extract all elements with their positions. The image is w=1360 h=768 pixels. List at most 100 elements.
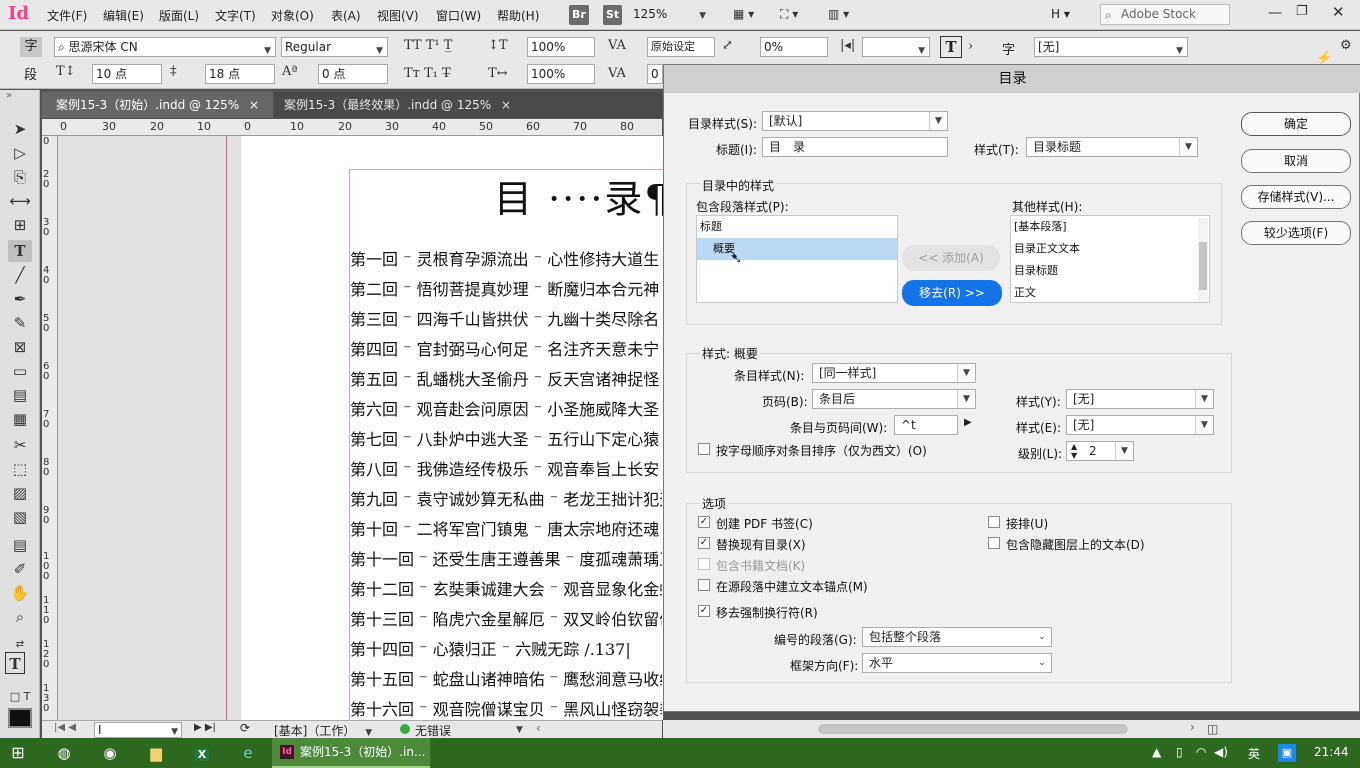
menu-edit[interactable]: 编辑(E) bbox=[103, 7, 144, 24]
remove-style-button[interactable]: 移去(R) >> bbox=[902, 280, 1002, 306]
toc-entry[interactable]: 第九回 ⁻ 袁守诚妙算无私曲 ⁻ 老龙王拙计犯天条 bbox=[350, 486, 662, 510]
menu-type[interactable]: 文字(T) bbox=[215, 7, 256, 24]
font-family-field[interactable]: ⌕ 思源宋体 CN ▼ bbox=[54, 37, 276, 57]
menu-help[interactable]: 帮助(H) bbox=[497, 7, 539, 24]
view-options-icon[interactable]: ▦ ▾ bbox=[733, 7, 754, 21]
frame-direction-select[interactable]: 水平 ⌄ bbox=[862, 653, 1052, 673]
line-tool-icon[interactable]: ╱ bbox=[8, 264, 32, 286]
between-style-select[interactable]: [无] ▼ bbox=[1066, 415, 1214, 435]
list-item[interactable]: 正文 bbox=[1011, 282, 1209, 304]
tab-document-initial[interactable]: 案例15-3（初始）.indd @ 125% × bbox=[42, 92, 274, 118]
close-icon[interactable]: × bbox=[249, 98, 259, 112]
chevron-right-icon[interactable]: › bbox=[968, 39, 973, 54]
menu-file[interactable]: 文件(F) bbox=[47, 7, 87, 24]
chevron-down-icon[interactable]: ▼ bbox=[516, 725, 523, 735]
scroll-right-icon[interactable]: › bbox=[1190, 720, 1195, 734]
hand-tool-icon[interactable]: ✋ bbox=[8, 582, 32, 604]
list-item[interactable]: 概要 bbox=[697, 238, 897, 260]
list-scrollbar[interactable] bbox=[1198, 218, 1208, 302]
run-in-checkbox[interactable] bbox=[988, 516, 1000, 528]
workspace-switcher[interactable]: H ▾ bbox=[1051, 7, 1070, 21]
excel-icon[interactable]: X bbox=[184, 741, 220, 765]
zoom-tool-icon[interactable]: ⌕ bbox=[8, 606, 32, 628]
gap-tool-icon[interactable]: ⟷ bbox=[8, 190, 32, 212]
arrange-docs-icon[interactable]: ▥ ▾ bbox=[828, 7, 849, 21]
menu-table[interactable]: 表(A) bbox=[331, 7, 361, 24]
list-item[interactable]: 目录正文文本 bbox=[1011, 238, 1209, 260]
small-caps-icon[interactable]: Tт T₁ T̶ bbox=[404, 66, 451, 81]
menu-window[interactable]: 窗口(W) bbox=[436, 7, 481, 24]
direct-selection-tool-icon[interactable]: ▷ bbox=[8, 142, 32, 164]
title-style-select[interactable]: 目录标题 ▼ bbox=[1026, 137, 1198, 157]
selection-tool-icon[interactable]: ➤ bbox=[8, 118, 32, 140]
title-input[interactable]: 目 录 bbox=[762, 137, 948, 157]
toc-entry[interactable]: 第十一回 ⁻ 还受生唐王遵善果 ⁻ 度孤魂萧瑀正空门 bbox=[350, 546, 662, 570]
hidden-layer-checkbox[interactable] bbox=[988, 537, 1000, 549]
minimize-icon[interactable]: — bbox=[1268, 5, 1282, 21]
close-icon[interactable]: ✕ bbox=[1332, 3, 1345, 21]
para-mode-button[interactable]: 段 bbox=[24, 64, 37, 83]
toc-entry[interactable]: 第十六回 ⁻ 观音院僧谋宝贝 ⁻ 黑风山怪窃袈裟 bbox=[350, 696, 662, 720]
kerning-field[interactable]: 原始设定 bbox=[647, 37, 715, 57]
grid-align-field[interactable]: ▼ bbox=[862, 37, 930, 57]
all-caps-icon[interactable]: TT T¹ T̲ bbox=[404, 38, 452, 53]
list-item[interactable]: 目录标题 bbox=[1011, 260, 1209, 282]
tray-network-icon[interactable]: ▯ bbox=[1176, 745, 1183, 759]
task-indesign[interactable]: Id 案例15-3（初始）.in... bbox=[272, 738, 430, 768]
media-icon[interactable]: ◉ bbox=[92, 741, 128, 765]
list-item[interactable]: 标题 bbox=[697, 216, 897, 238]
char-style-field[interactable]: [无] ▼ bbox=[1034, 37, 1188, 57]
free-transform-tool-icon[interactable]: ⬚ bbox=[8, 458, 32, 480]
cancel-button[interactable]: 取消 bbox=[1241, 149, 1351, 173]
tray-expand-icon[interactable]: ▲ bbox=[1152, 745, 1161, 759]
menu-object[interactable]: 对象(O) bbox=[271, 7, 314, 24]
special-chars-icon[interactable]: ▶ bbox=[964, 417, 972, 428]
adobe-stock-search[interactable]: ⌕ Adobe Stock bbox=[1100, 4, 1230, 25]
content-collector-icon[interactable]: ⊞ bbox=[8, 214, 32, 236]
preflight-profile[interactable]: [基本]（工作） ▼ bbox=[274, 722, 372, 739]
pdf-bookmark-checkbox[interactable]: ✓ bbox=[698, 516, 710, 528]
preflight-icon[interactable]: ⟳ bbox=[240, 721, 250, 735]
bridge-button[interactable]: Br bbox=[569, 5, 589, 25]
ok-button[interactable]: 确定 bbox=[1241, 112, 1351, 136]
clock[interactable]: 21:44 bbox=[1314, 745, 1349, 759]
toc-entry[interactable]: 第三回 ⁻ 四海千山皆拱伏 ⁻ 九幽十类尽除名 bbox=[350, 306, 662, 330]
add-style-button[interactable]: << 添加(A) bbox=[902, 245, 1000, 271]
toc-entry[interactable]: 第十五回 ⁻ 蛇盘山诸神暗佑 ⁻ 鹰愁涧意马收缰 bbox=[350, 666, 662, 690]
page-number-field[interactable]: I ▼ bbox=[94, 722, 182, 738]
menu-view[interactable]: 视图(V) bbox=[377, 7, 419, 24]
pencil-tool-icon[interactable]: ✎ bbox=[8, 312, 32, 334]
text-fill-icon[interactable]: T bbox=[5, 652, 25, 674]
other-styles-list[interactable]: [基本段落] 目录正文文本 目录标题 正文 bbox=[1010, 215, 1210, 303]
collapse-panel-icon[interactable]: » bbox=[6, 90, 12, 101]
horizontal-ruler[interactable]: 0 30 20 10 0 10 20 30 40 50 60 70 80 bbox=[42, 119, 662, 136]
horizontal-scale-field[interactable]: 100% bbox=[527, 64, 595, 84]
remove-break-checkbox[interactable]: ✓ bbox=[698, 605, 710, 617]
menu-layout[interactable]: 版面(L) bbox=[159, 7, 199, 24]
stepper-arrows-icon[interactable]: ▲ ▼ bbox=[1071, 442, 1077, 460]
toc-entry[interactable]: 第六回 ⁻ 观音赴会问原因 ⁻ 小圣施威降大圣 bbox=[350, 396, 662, 420]
numbered-para-select[interactable]: 包括整个段落 ⌄ bbox=[862, 627, 1052, 647]
restore-icon[interactable]: ❐ bbox=[1296, 4, 1308, 19]
browser-icon[interactable]: ◍ bbox=[46, 741, 82, 765]
internet-explorer-icon[interactable]: e bbox=[230, 741, 266, 765]
table-tool-icon[interactable]: ▤ bbox=[8, 384, 32, 406]
scroll-thumb[interactable] bbox=[818, 724, 1128, 734]
list-item[interactable]: [基本段落] bbox=[1011, 216, 1209, 238]
next-page-icon[interactable]: ▶ ▶| bbox=[194, 722, 216, 733]
toc-entry[interactable]: 第五回 ⁻ 乱蟠桃大圣偷丹 ⁻ 反天宫诸神捉怪 bbox=[350, 366, 662, 390]
eyedropper-tool-icon[interactable]: ✐ bbox=[8, 558, 32, 580]
font-size-field[interactable]: 10 点 bbox=[92, 64, 162, 84]
include-styles-list[interactable]: 标题 概要 bbox=[696, 215, 898, 303]
page-number-select[interactable]: 条目后 ▼ bbox=[812, 389, 976, 409]
between-entry-input[interactable]: ^t bbox=[894, 415, 958, 435]
level-stepper[interactable]: ▲ ▼ 2 ▼ bbox=[1066, 441, 1134, 461]
rectangle-tool-icon[interactable]: ▭ bbox=[8, 360, 32, 382]
gear-icon[interactable]: ⚙ bbox=[1340, 38, 1352, 53]
tray-wifi-icon[interactable]: ◠ bbox=[1196, 745, 1206, 759]
tray-app-icon[interactable]: ▣ bbox=[1278, 744, 1296, 762]
toc-heading[interactable]: 目 ····录¶ bbox=[494, 168, 671, 223]
screen-mode-icon[interactable]: ⛶ ▾ bbox=[780, 7, 798, 22]
stock-button[interactable]: St bbox=[603, 5, 623, 25]
entry-style-select[interactable]: [同一样式] ▼ bbox=[812, 363, 976, 383]
